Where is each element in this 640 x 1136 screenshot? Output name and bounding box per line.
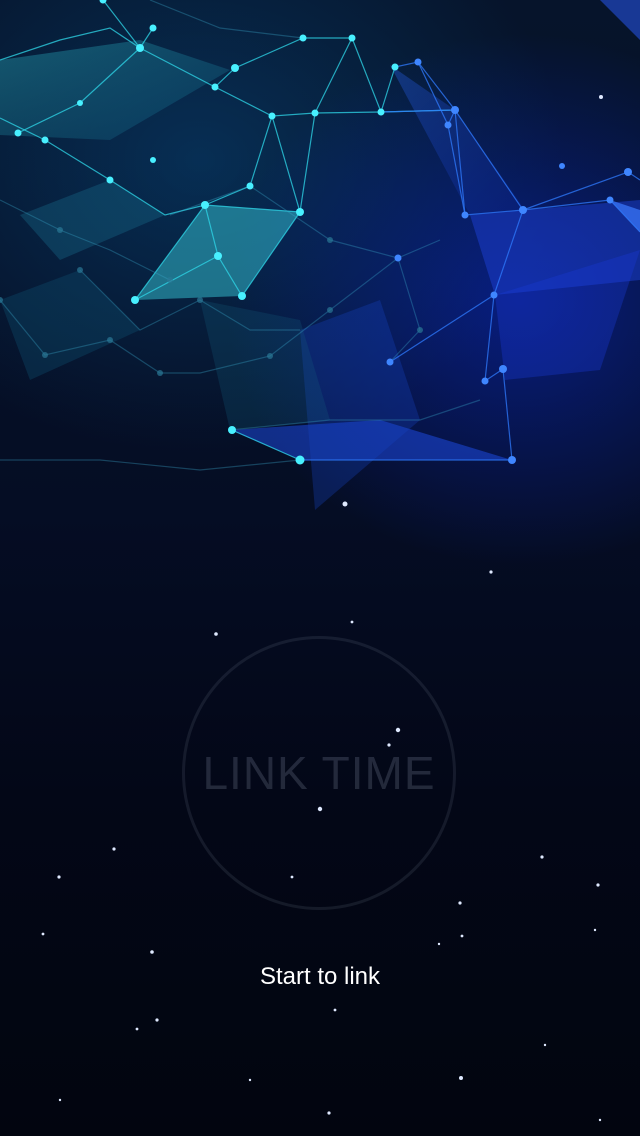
app-logo-text: LINK TIME xyxy=(202,747,436,799)
network-facets xyxy=(0,0,640,510)
splash-screen: LINK TIME Start to link xyxy=(0,0,640,1136)
start-to-link-button[interactable]: Start to link xyxy=(0,960,640,994)
logo-circle: LINK TIME xyxy=(182,636,456,910)
